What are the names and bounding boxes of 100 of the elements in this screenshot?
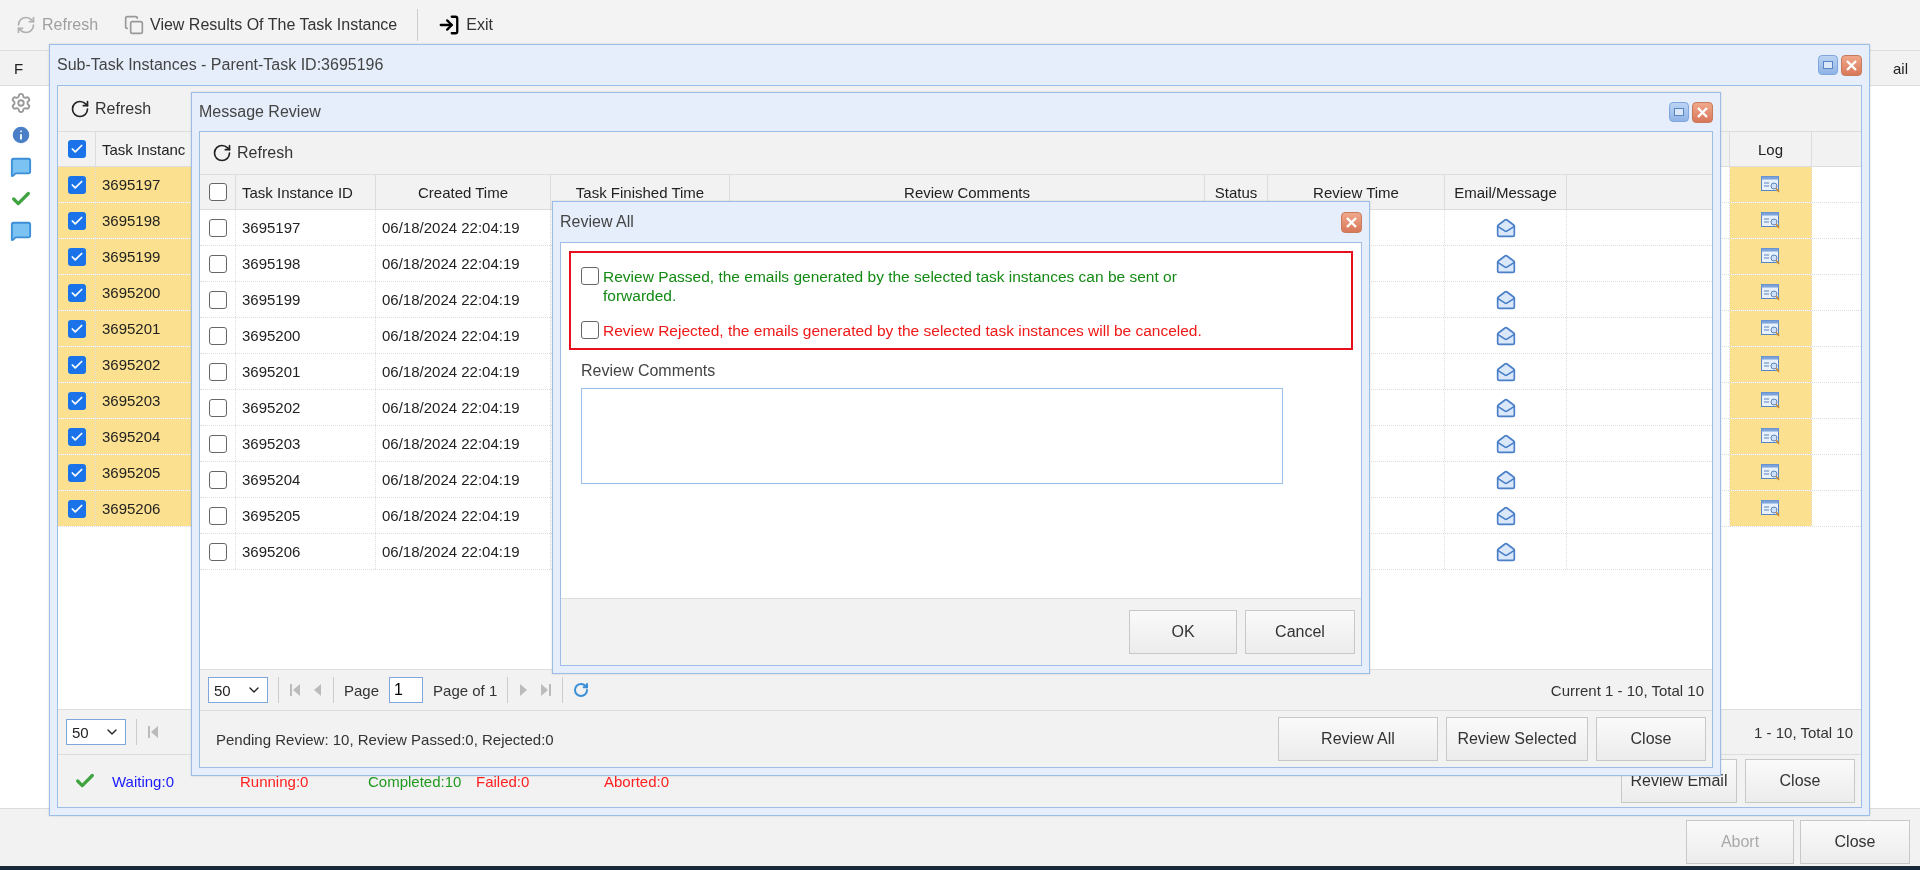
close-button[interactable]: Close [1745,759,1855,803]
checkbox[interactable] [208,290,227,309]
refresh-button[interactable]: Refresh [208,141,298,165]
page-count: Page of 1 [433,681,498,699]
table-cell: 06/18/2024 22:04:19 [376,426,551,461]
checkbox[interactable] [208,542,227,561]
status-count: Aborted:0 [604,772,670,790]
log-icon[interactable] [1760,175,1781,194]
close-button[interactable] [1692,101,1713,123]
close-button[interactable] [1341,211,1362,233]
table-cell: 06/18/2024 22:04:19 [376,462,551,497]
checkbox[interactable] [67,355,86,374]
window-title: Sub-Task Instances - Parent-Task ID:3695196 [57,56,384,74]
checkbox[interactable] [67,175,86,194]
checkbox[interactable] [67,463,86,482]
column-header: Log [1730,132,1812,166]
page-size-select[interactable]: 50 [66,719,126,745]
envelope-icon [1495,469,1516,490]
review-all-button[interactable]: Review All [1278,717,1438,761]
checkbox[interactable] [208,218,227,237]
cancel-button[interactable]: Cancel [1245,610,1355,654]
envelope-icon [1495,541,1516,562]
checkbox[interactable] [208,362,227,381]
log-icon[interactable] [1760,211,1781,230]
checkbox[interactable] [208,254,227,273]
option-label: Review Rejected, the emails generated by the selected task instances will be canceled. [603,321,1202,340]
log-icon[interactable] [1760,427,1781,446]
table-cell: 06/18/2024 22:04:19 [376,534,551,569]
table-cell: 3695197 [236,210,376,245]
close-icon [1846,59,1857,71]
checkbox[interactable] [581,321,599,339]
table-cell: 06/18/2024 22:04:19 [376,498,551,533]
close-button[interactable] [1841,54,1862,76]
checkbox[interactable] [67,427,86,446]
minimize-button[interactable] [1669,101,1689,122]
column-header: Created Time [376,175,551,209]
status-count: Failed:0 [476,772,531,790]
checkbox[interactable] [67,247,86,266]
close-button[interactable]: Close [1800,819,1910,864]
checkbox[interactable] [208,326,227,345]
check-icon [69,142,84,156]
table-cell: 06/18/2024 22:04:19 [376,210,551,245]
log-icon[interactable] [1760,319,1781,338]
refresh-icon [212,143,232,163]
checkbox[interactable] [208,434,227,453]
minimize-icon [1823,60,1833,69]
minimize-button[interactable] [1818,54,1838,75]
checkbox[interactable] [67,140,86,158]
checkbox[interactable] [208,506,227,525]
checkbox[interactable] [208,398,227,417]
refresh-icon [16,15,36,35]
table-cell: 3695201 [236,354,376,389]
page-label: Page [344,681,380,699]
log-icon[interactable] [1760,355,1781,374]
table-cell: 3695206 [236,534,376,569]
table-cell: 06/18/2024 22:04:19 [376,390,551,425]
page-size-select[interactable]: 50 [208,677,268,703]
review-summary: Pending Review: 10, Review Passed:0, Rejected:0 [216,730,554,748]
close-icon [1346,216,1357,228]
info-icon [10,124,32,146]
checkbox[interactable] [208,183,227,201]
checkbox[interactable] [67,319,86,338]
page-summary: 1 - 10, Total 10 [1754,723,1853,741]
checkbox[interactable] [67,211,86,230]
log-icon[interactable] [1760,463,1781,482]
window-title: Message Review [199,103,321,121]
log-icon[interactable] [1760,247,1781,266]
envelope-icon [1495,433,1516,454]
envelope-icon [1495,361,1516,382]
page-number-field[interactable]: 1 [389,677,424,703]
close-icon [1697,106,1708,118]
log-icon[interactable] [1760,391,1781,410]
table-cell: 06/18/2024 22:04:19 [376,282,551,317]
ok-button[interactable]: OK [1129,610,1237,654]
checkbox[interactable] [208,470,227,489]
table-cell: 3695203 [236,426,376,461]
review-selected-button[interactable]: Review Selected [1446,717,1588,761]
table-cell: 06/18/2024 22:04:19 [376,246,551,281]
checkbox[interactable] [581,267,599,285]
refresh-button[interactable]: Refresh [66,96,156,121]
log-icon[interactable] [1760,283,1781,302]
refresh-icon [70,98,90,119]
table-cell: 06/18/2024 22:04:19 [376,318,551,353]
exit-icon [438,14,461,36]
copy-icon [124,15,145,35]
close-button[interactable]: Close [1596,717,1706,761]
dialog-title: Review All [560,213,634,231]
gear-icon [10,92,32,114]
log-icon[interactable] [1760,499,1781,518]
comments-field[interactable] [581,388,1283,484]
checkbox[interactable] [67,499,86,518]
toolbar-button[interactable]: View Results Of The Task Instance [118,11,404,39]
reload-icon [573,682,590,698]
table-cell: 3695204 [236,462,376,497]
toolbar-button[interactable]: Exit [432,10,499,40]
chat-icon [10,220,32,242]
checkbox[interactable] [67,283,86,302]
checkbox[interactable] [67,391,86,410]
status-count: Running:0 [240,772,310,790]
column-header: F [14,59,24,77]
